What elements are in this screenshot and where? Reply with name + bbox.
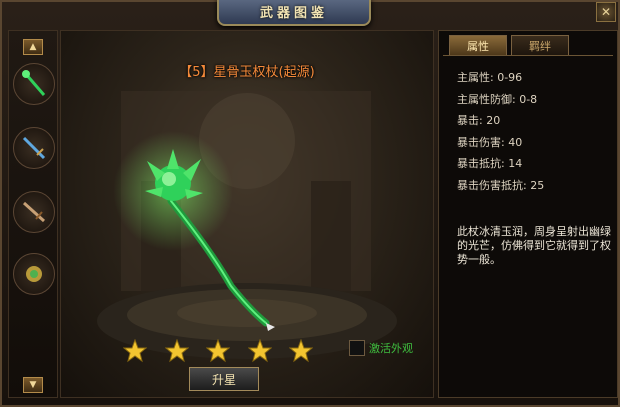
- activate-appearance: 激活外观: [349, 340, 413, 356]
- blue-blade-icon: [22, 136, 46, 160]
- window-title: 武器图鉴: [259, 5, 328, 21]
- star-icon: [206, 339, 230, 363]
- attribute-row: 暴击伤害: 40: [457, 135, 523, 149]
- attribute-row: 暴击伤害抵抗: 25: [457, 178, 545, 192]
- star-icon: [164, 339, 189, 363]
- attribute-list: 主属性: 0-96 主属性防御: 0-8 暴击: 20 暴击伤害: 40 暴击抵…: [457, 67, 544, 196]
- weapon-slot-1[interactable]: [13, 63, 55, 105]
- golden-orb-icon: [26, 266, 42, 282]
- weapon-name: 【5】星骨玉权杖(起源): [179, 65, 315, 80]
- tab-bonds[interactable]: 羁绊: [511, 35, 569, 56]
- bronze-sword-icon: [22, 201, 46, 223]
- attribute-row: 暴击抵抗: 14: [457, 157, 523, 170]
- star-icon: [289, 339, 313, 363]
- attribute-row: 主属性防御: 0-8: [457, 92, 538, 106]
- scroll-down-button[interactable]: ▼: [23, 377, 43, 393]
- weapon-description: 此杖冰清玉润，周身呈射出幽绿的光芒，仿佛得到它就得到了权势一般。: [457, 225, 611, 266]
- weapon-slot-4[interactable]: [13, 253, 55, 295]
- star-icon: [247, 339, 272, 363]
- star-rating: [123, 339, 313, 363]
- activate-label: 激活外观: [369, 342, 413, 355]
- attribute-row: 暴击: 20: [457, 114, 501, 127]
- panel-tabs: 属性 羁绊: [449, 35, 569, 56]
- star-icon: [123, 339, 147, 363]
- tab-attributes[interactable]: 属性: [449, 35, 507, 56]
- weapon-slot-3[interactable]: [13, 191, 55, 233]
- upgrade-star-button[interactable]: 升星: [189, 367, 259, 391]
- weapon-list: ▲ ▼: [8, 30, 58, 398]
- attribute-row: 主属性: 0-96: [457, 71, 523, 84]
- weapon-display: 【5】星骨玉权杖(起源) 激活外观 升星: [60, 30, 434, 398]
- activate-checkbox[interactable]: [349, 340, 365, 356]
- dialog-window: 武器图鉴 ✕ ▲ ▼ 【5】星骨玉权杖(起源) 激活外观 升星 属性 羁绊 主属…: [0, 0, 620, 407]
- weapon-slot-2[interactable]: [13, 127, 55, 169]
- green-staff-icon: [22, 70, 46, 96]
- tab-divider: [443, 55, 613, 56]
- attribute-panel: 属性 羁绊 主属性: 0-96 主属性防御: 0-8 暴击: 20 暴击伤害: …: [438, 30, 618, 398]
- title-plate: 武器图鉴: [217, 0, 371, 26]
- scroll-up-button[interactable]: ▲: [23, 39, 43, 55]
- close-button[interactable]: ✕: [596, 2, 616, 22]
